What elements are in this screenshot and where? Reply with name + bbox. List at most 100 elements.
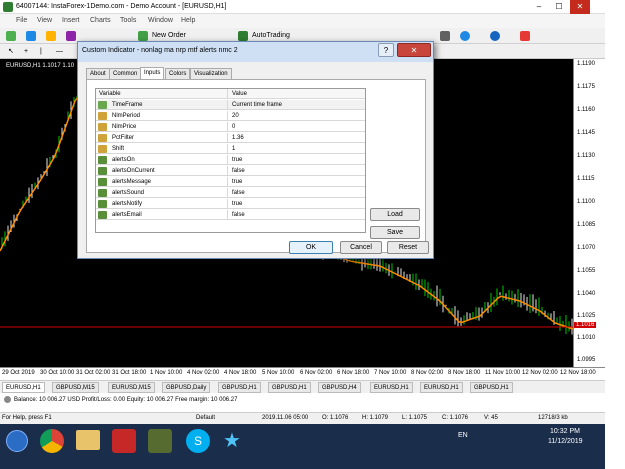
input-value[interactable]: 0 xyxy=(229,122,235,132)
time-tick: 12 Nov 02:00 xyxy=(522,370,558,376)
price-tick: 1.1175 xyxy=(577,84,595,90)
price-tick: 1.1160 xyxy=(577,107,595,113)
dialog-title: Custom Indicator - nonlag ma nrp mtf ale… xyxy=(82,47,238,54)
autotrading-icon[interactable] xyxy=(238,31,248,41)
dialog-close-button[interactable]: ✕ xyxy=(397,43,431,57)
skype-icon[interactable]: S xyxy=(186,429,210,453)
tab-inputs[interactable]: Inputs xyxy=(140,67,165,79)
help-button[interactable]: ? xyxy=(378,43,394,57)
input-value[interactable]: false xyxy=(229,166,245,176)
tab-visualization[interactable]: Visualization xyxy=(190,68,232,79)
status-datetime: 2019.11.06 05:00 xyxy=(262,415,309,421)
ok-button[interactable]: OK xyxy=(289,241,333,254)
save-button[interactable]: Save xyxy=(370,226,420,239)
start-button-icon[interactable] xyxy=(6,430,28,452)
clock-time[interactable]: 10:32 PM xyxy=(550,428,580,435)
chrome-icon[interactable] xyxy=(40,429,64,453)
chart-tab[interactable]: GBPUSD,H4 xyxy=(318,382,361,393)
price-tick: 1.1040 xyxy=(577,291,596,297)
indicators-icon[interactable] xyxy=(520,31,530,41)
input-row[interactable]: NlmPeriod 20 xyxy=(96,111,365,121)
header-variable: Variable xyxy=(96,89,228,99)
time-tick: 7 Nov 10:00 xyxy=(374,370,407,376)
period-icon[interactable] xyxy=(490,31,500,41)
input-row[interactable]: PctFilter 1.36 xyxy=(96,133,365,143)
status-low: L: 1.1075 xyxy=(402,415,428,421)
chart-tab[interactable]: GBPUSD,H1 xyxy=(218,382,261,393)
menu-charts[interactable]: Charts xyxy=(90,17,111,24)
input-value[interactable]: true xyxy=(229,155,242,165)
dialog-title-bar[interactable]: Custom Indicator - nonlag ma nrp mtf ale… xyxy=(78,42,433,62)
input-row[interactable]: alertsNotify true xyxy=(96,199,365,209)
chart-tab[interactable]: EURUSD,H1 xyxy=(370,382,413,393)
input-row[interactable]: Shift 1 xyxy=(96,144,365,154)
window-title: 64007144: InstaForex-1Demo.com - Demo Ac… xyxy=(16,3,227,10)
input-value[interactable]: true xyxy=(229,177,242,187)
input-value[interactable]: false xyxy=(229,210,245,220)
cancel-button[interactable]: Cancel xyxy=(340,241,382,254)
input-value[interactable]: 1.36 xyxy=(229,133,244,143)
balance-text: Balance: 10 006.27 USD Profit/Loss: 0.00… xyxy=(14,397,238,403)
chart-tab[interactable]: GBPUSD,H1 xyxy=(470,382,513,393)
menu-help[interactable]: Help xyxy=(181,17,195,24)
app-logo-icon xyxy=(3,2,13,12)
chart-tab[interactable]: EURUSD,H1 xyxy=(420,382,463,393)
market-watch-icon[interactable] xyxy=(46,31,56,41)
input-variable: alertsNotify xyxy=(96,199,228,209)
input-value[interactable]: 1 xyxy=(229,144,235,154)
vertical-line-icon[interactable]: | xyxy=(38,46,44,58)
metatrader-icon[interactable] xyxy=(148,429,172,453)
grid-header: Variable Value xyxy=(96,89,365,99)
minimize-button[interactable]: – xyxy=(530,0,548,14)
chart-tab[interactable]: EURUSD,H1 xyxy=(2,382,45,393)
cursor-icon[interactable]: ↖ xyxy=(6,46,16,58)
tab-common[interactable]: Common xyxy=(109,68,142,79)
input-row[interactable]: alertsEmail false xyxy=(96,210,365,220)
zoom-icon[interactable] xyxy=(460,31,470,41)
time-tick: 31 Oct 18:00 xyxy=(112,370,147,376)
input-row[interactable]: alertsMessage true xyxy=(96,177,365,187)
input-value[interactable]: Current time frame xyxy=(229,100,282,110)
language-indicator[interactable]: EN xyxy=(458,432,468,439)
app-icon[interactable] xyxy=(112,429,136,453)
new-chart-icon[interactable] xyxy=(6,31,16,41)
input-row[interactable]: alertsSound false xyxy=(96,188,365,198)
menu-window[interactable]: Window xyxy=(148,17,173,24)
chart-tab[interactable]: GBPUSD,M15 xyxy=(52,382,99,393)
time-axis: 29 Oct 2019 30 Oct 10:00 31 Oct 02:00 31… xyxy=(0,367,605,379)
input-row[interactable]: TimeFrame Current time frame xyxy=(96,100,365,110)
input-row[interactable]: alertsOnCurrent false xyxy=(96,166,365,176)
input-row[interactable]: NlmPrice 0 xyxy=(96,122,365,132)
chart-tab[interactable]: GBPUSD,Daily xyxy=(162,382,211,393)
price-tick: 1.1190 xyxy=(577,61,595,67)
chart-tab[interactable]: GBPUSD,H1 xyxy=(268,382,311,393)
chart-tab[interactable]: EURUSD,M15 xyxy=(108,382,155,393)
new-order-icon[interactable] xyxy=(138,31,148,41)
crosshair-icon[interactable]: + xyxy=(22,46,30,58)
close-window-button[interactable]: ✕ xyxy=(570,0,590,14)
file-explorer-icon[interactable] xyxy=(76,430,100,450)
reset-button[interactable]: Reset xyxy=(387,241,429,254)
menu-tools[interactable]: Tools xyxy=(120,17,136,24)
status-high: H: 1.1079 xyxy=(362,415,389,421)
menu-file[interactable]: File xyxy=(16,17,27,24)
horizontal-line-icon[interactable]: — xyxy=(54,46,65,58)
input-value[interactable]: 20 xyxy=(229,111,239,121)
price-tick: 1.0995 xyxy=(577,357,596,363)
tab-about[interactable]: About xyxy=(86,68,110,79)
menu-view[interactable]: View xyxy=(37,17,52,24)
status-bar: For Help, press F1 Default 2019.11.06 05… xyxy=(0,412,605,424)
input-value[interactable]: false xyxy=(229,188,245,198)
profiles-icon[interactable] xyxy=(26,31,36,41)
bar-chart-icon[interactable] xyxy=(440,31,450,41)
tab-colors[interactable]: Colors xyxy=(165,68,191,79)
input-value[interactable]: true xyxy=(229,199,242,209)
balance-icon xyxy=(4,396,11,403)
clock-date[interactable]: 11/12/2019 xyxy=(548,438,583,445)
maximize-button[interactable]: ☐ xyxy=(550,0,568,14)
input-row[interactable]: alertsOn true xyxy=(96,155,365,165)
load-button[interactable]: Load xyxy=(370,208,420,221)
menu-insert[interactable]: Insert xyxy=(62,17,80,24)
navigator-icon[interactable] xyxy=(66,31,76,41)
star-app-icon[interactable]: ★ xyxy=(220,429,244,453)
